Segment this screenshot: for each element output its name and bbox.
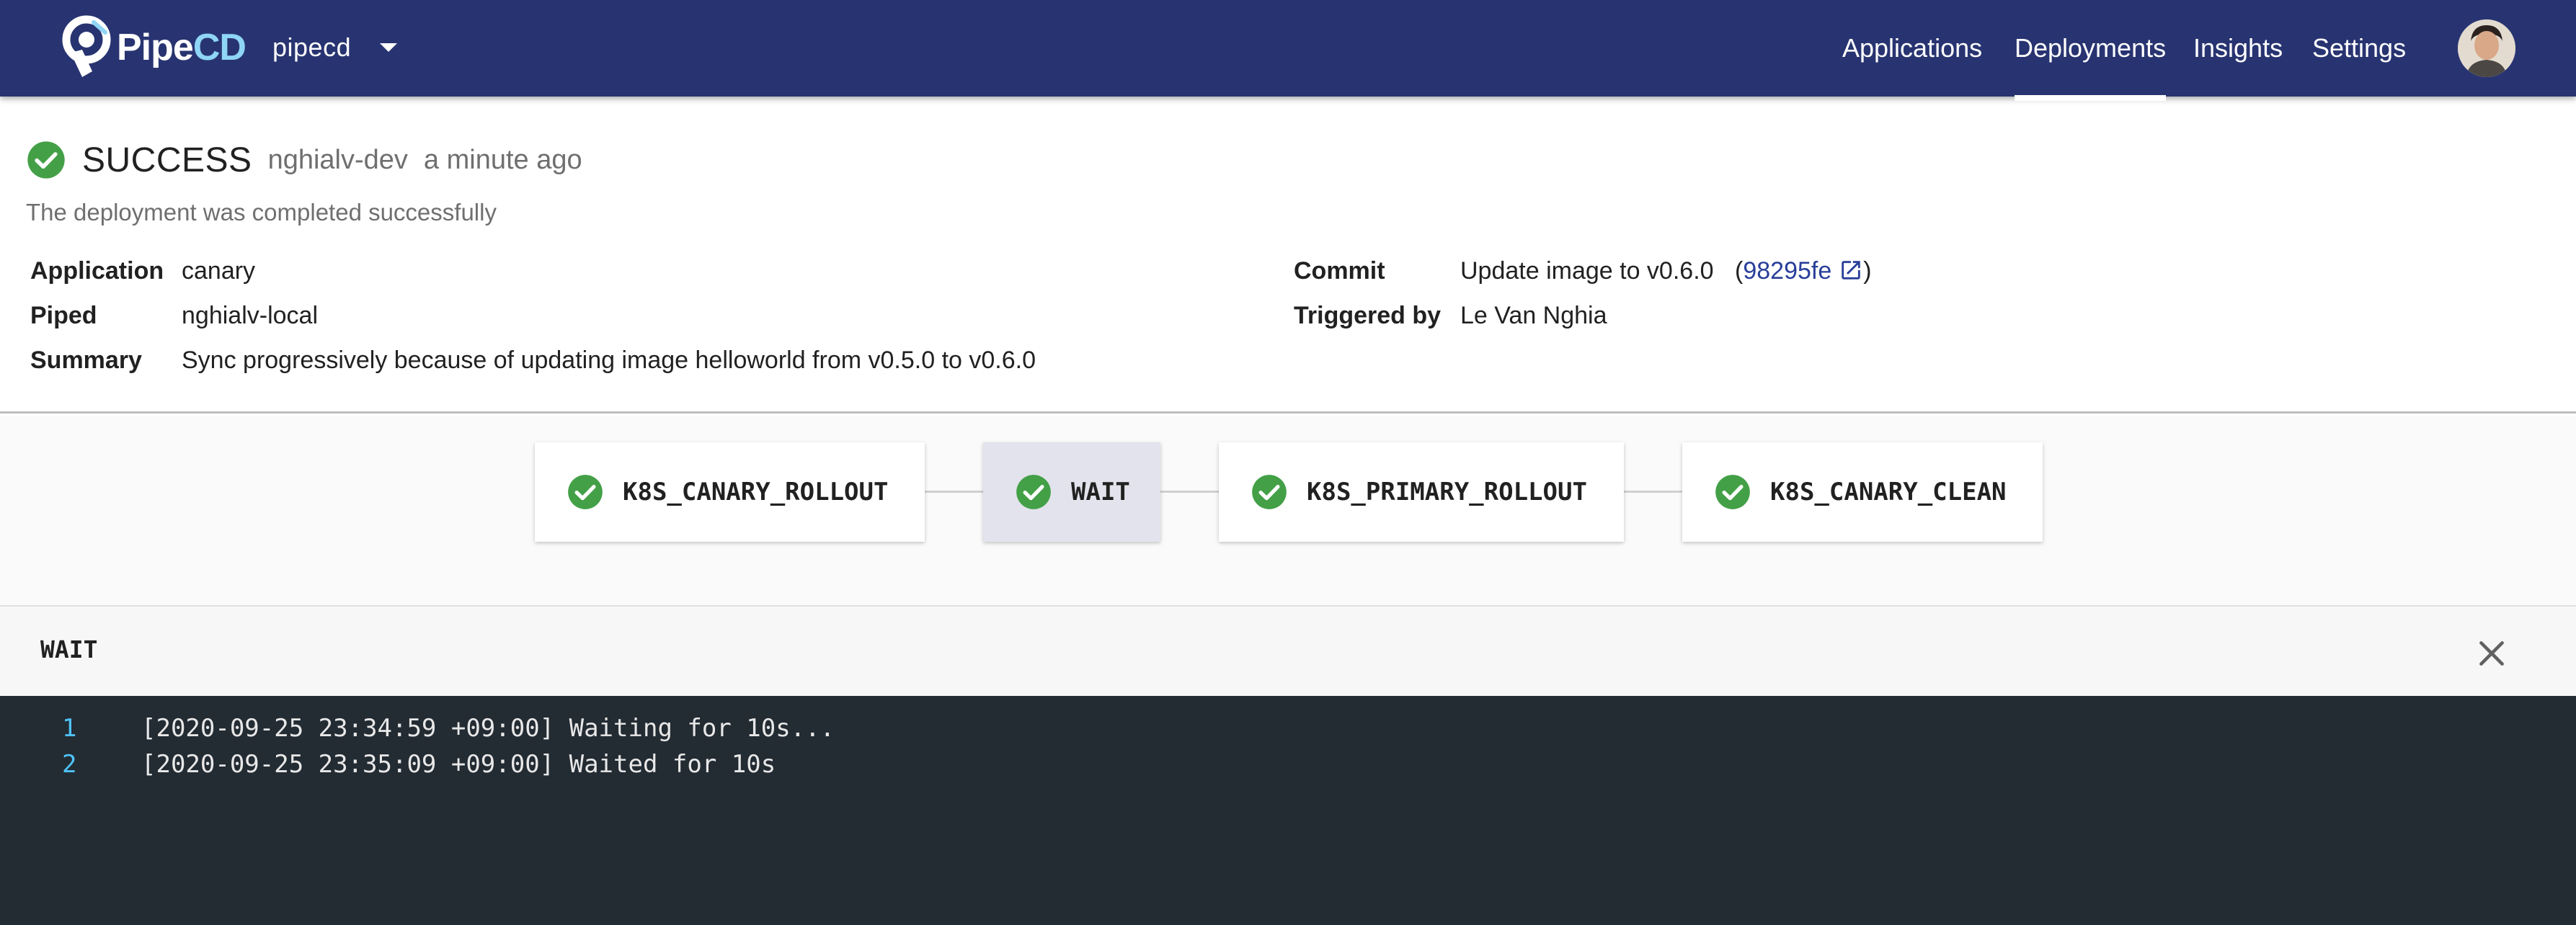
project-name: pipecd: [272, 32, 352, 62]
triggered-by-value: Le Van Nghia: [1460, 301, 1607, 329]
stage-connector: [925, 491, 983, 493]
stage-connector: [1160, 491, 1219, 493]
stage-k8s-canary-rollout[interactable]: K8S_CANARY_ROLLOUT: [535, 442, 925, 542]
nav-settings[interactable]: Settings: [2312, 0, 2406, 97]
nav-deployments[interactable]: Deployments: [2015, 0, 2167, 101]
deployment-status: SUCCESS: [82, 140, 252, 179]
application-row: Application canary: [30, 253, 1256, 289]
log-line-text: [2020-09-25 23:35:09 +09:00] Waited for …: [141, 750, 776, 779]
commit-hash-link[interactable]: 98295fe: [1743, 257, 1831, 285]
summary-row: Summary Sync progressively because of up…: [30, 342, 1256, 378]
check-circle-icon: [1252, 475, 1287, 509]
commit-close-paren: ): [1863, 256, 1872, 285]
pipecd-logo-icon: [62, 15, 111, 77]
stage-wait[interactable]: WAIT: [983, 442, 1160, 542]
deployment-detail: SUCCESS nghialv-dev a minute ago The dep…: [0, 97, 2576, 414]
stage-name: WAIT: [1071, 478, 1130, 506]
nav-insights[interactable]: Insights: [2193, 0, 2283, 97]
commit-label: Commit: [1294, 256, 1385, 285]
commit-message: Update image to v0.6.0: [1460, 256, 1714, 285]
log-line-text: [2020-09-25 23:34:59 +09:00] Waiting for…: [141, 714, 835, 743]
summary-value: Sync progressively because of updating i…: [182, 346, 1036, 374]
nav-applications[interactable]: Applications: [1842, 0, 1982, 97]
log-line-number: 2: [62, 750, 77, 779]
application-link[interactable]: canary: [182, 257, 255, 285]
stage-name: K8S_CANARY_ROLLOUT: [623, 478, 889, 506]
piped-row: Piped nghialv-local: [30, 298, 1256, 334]
environment-name: nghialv-dev: [267, 144, 408, 175]
check-circle-icon: [1715, 475, 1750, 509]
piped-label: Piped: [30, 301, 97, 329]
chevron-down-icon: [380, 43, 398, 52]
check-circle-icon: [568, 475, 603, 509]
commit-value: Update image to v0.6.0 (98295fe ): [1460, 257, 1872, 285]
deployment-time: a minute ago: [423, 144, 582, 175]
triggered-by-label: Triggered by: [1294, 301, 1442, 329]
app-header: PipeCD pipecd Applications Deployments I…: [0, 0, 2576, 101]
close-icon[interactable]: [2474, 635, 2510, 671]
status-description: The deployment was completed successfull…: [26, 199, 497, 225]
summary-label: Summary: [30, 346, 142, 374]
pipeline: K8S_CANARY_ROLLOUT WAIT K8S_PRIMARY_ROLL…: [0, 416, 2576, 607]
avatar-icon: [2458, 19, 2515, 77]
project-selector[interactable]: pipecd: [272, 26, 398, 69]
user-avatar[interactable]: [2458, 19, 2515, 77]
stage-connector: [1624, 491, 1682, 493]
triggered-by-row: Triggered by Le Van Nghia: [1294, 298, 2015, 334]
application-label: Application: [30, 256, 164, 285]
external-link-icon[interactable]: [1839, 258, 1863, 282]
stage-name: K8S_PRIMARY_ROLLOUT: [1307, 478, 1587, 506]
stage-name: K8S_CANARY_CLEAN: [1770, 478, 2007, 506]
logo-text: PipeCD: [117, 27, 247, 68]
log-panel-header: WAIT: [0, 607, 2576, 696]
check-circle-icon: [27, 141, 65, 179]
stage-k8s-primary-rollout[interactable]: K8S_PRIMARY_ROLLOUT: [1219, 442, 1624, 542]
commit-row: Commit Update image to v0.6.0 (98295fe ): [1294, 253, 2015, 289]
commit-open-paren: (: [1735, 256, 1744, 285]
log-line-number: 1: [62, 714, 77, 743]
piped-value: nghialv-local: [182, 301, 318, 329]
pipecd-logo[interactable]: PipeCD: [61, 13, 247, 82]
deployment-status-row: SUCCESS nghialv-dev a minute ago: [26, 133, 582, 187]
log-viewer[interactable]: 1 [2020-09-25 23:34:59 +09:00] Waiting f…: [0, 696, 2576, 925]
log-title: WAIT: [40, 635, 98, 663]
check-circle-icon: [1016, 475, 1051, 509]
stage-k8s-canary-clean[interactable]: K8S_CANARY_CLEAN: [1682, 442, 2043, 542]
